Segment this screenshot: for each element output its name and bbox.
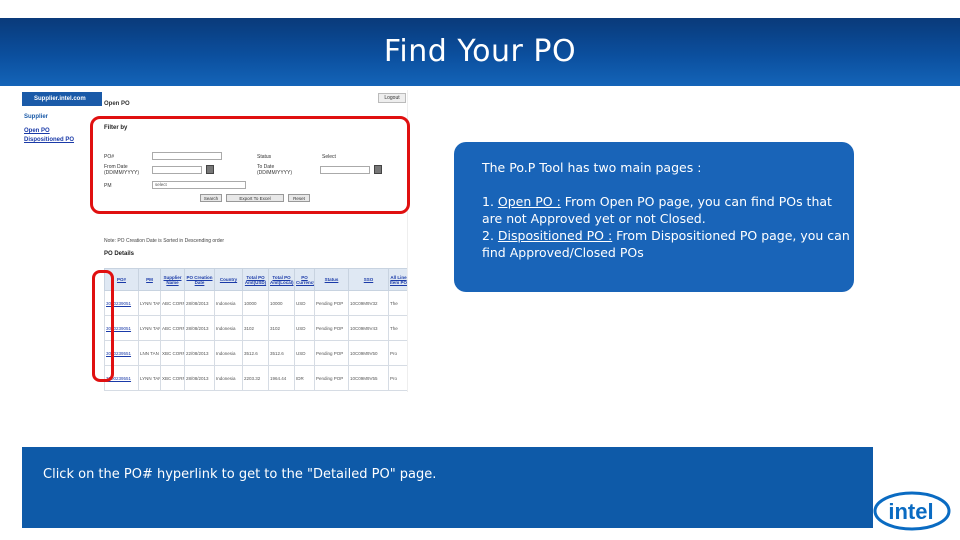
table-cell: 10000 [268, 290, 295, 316]
dispositioned-po-label: Dispositioned PO : [497, 228, 613, 243]
table-cell: 28/08/2013 [184, 365, 215, 391]
info-item-1: 1. Open PO : From Open PO page, you can … [482, 193, 854, 227]
table-cell: LYNN TAN [138, 365, 161, 391]
table-cell: USD [294, 340, 315, 366]
page-label: Open PO [104, 101, 130, 107]
table-cell: LYNN TAN [138, 290, 161, 316]
table-cell: 10C09M9V43 [348, 315, 389, 341]
table-cell: LYNN TAN [138, 315, 161, 341]
table-cell: Pending POP [314, 315, 349, 341]
sidebar-heading: Supplier [24, 114, 49, 120]
table-cell: XBC CORP [160, 365, 185, 391]
logo-text: intel [888, 499, 933, 524]
table-cell: Pro [388, 340, 407, 366]
item1-prefix: 1. [482, 194, 498, 209]
table-cell: 3512.6 [242, 340, 269, 366]
table-cell: 10C09M9V50 [348, 340, 389, 366]
table-cell: 10C09M9V32 [348, 290, 389, 316]
table-cell: USD [294, 315, 315, 341]
table-cell: Pending POP [314, 290, 349, 316]
table-cell: Indonesia [214, 315, 243, 341]
table-cell: 3102 [242, 315, 269, 341]
table-cell: Indonesia [214, 340, 243, 366]
supplier-brand: Supplier.intel.com [22, 92, 102, 106]
table-row: 3000239051 LYNN TAN ABC CORP 28/08/2013 Indo… [104, 315, 407, 341]
col-header[interactable]: Supplier Name [160, 268, 185, 291]
table-cell: Pending POP [314, 340, 349, 366]
table-cell: Indonesia [214, 290, 243, 316]
intel-logo: intel [873, 491, 951, 531]
table-cell: Indonesia [214, 365, 243, 391]
sidebar-link-dispositioned-po[interactable]: Dispositioned PO [24, 137, 100, 143]
table-cell: 3512.6 [268, 340, 295, 366]
table-cell: XBC CORP [160, 340, 185, 366]
table-cell: The [388, 290, 407, 316]
col-header[interactable]: Total PO Amt(USD) [242, 268, 269, 291]
col-header[interactable]: PM [138, 268, 161, 291]
table-cell: Pending POP [314, 365, 349, 391]
table-cell: USD [294, 290, 315, 316]
table-row: 3000239551 LYNN TAN XBC CORP 28/08/2013 Indo… [104, 365, 407, 391]
col-header[interactable]: PO Creation Date [184, 268, 215, 291]
table-cell: 2203.32 [242, 365, 269, 391]
table-row: 3000239551 LNN TAN XBC CORP 22/08/2013 Indon… [104, 340, 407, 366]
info-callout: The Po.P Tool has two main pages : 1. Op… [454, 142, 854, 292]
col-header[interactable]: PO Currency [294, 268, 315, 291]
logout-button[interactable]: Logout [378, 93, 406, 103]
table-cell: IDR [294, 365, 315, 391]
table-cell: 10C09M9V55 [348, 365, 389, 391]
table-cell: 28/08/2013 [184, 290, 215, 316]
table-header-row: PO# PM Supplier Name PO Creation Date Co… [104, 268, 407, 291]
col-header[interactable]: Country [214, 268, 243, 291]
table-cell: ABC CORP [160, 290, 185, 316]
info-intro: The Po.P Tool has two main pages : [482, 160, 702, 175]
table-cell: 22/08/2013 [184, 340, 215, 366]
po-details-title: PO Details [104, 251, 135, 257]
table-cell: 28/08/2013 [184, 315, 215, 341]
open-po-label: Open PO : [497, 194, 561, 209]
instruction-text: Click on the PO# hyperlink to get to the… [43, 467, 437, 482]
po-table: PO# PM Supplier Name PO Creation Date Co… [104, 268, 407, 391]
table-cell: LNN TAN [138, 340, 161, 366]
instruction-band: Click on the PO# hyperlink to get to the… [22, 447, 873, 528]
col-header[interactable]: Total PO Amt(Local) [268, 268, 295, 291]
table-cell: ABC CORP [160, 315, 185, 341]
table-cell: The [388, 315, 407, 341]
col-header[interactable]: Status [314, 268, 349, 291]
table-cell: 10000 [242, 290, 269, 316]
info-item-2: 2. Dispositioned PO : From Dispositioned… [482, 227, 854, 261]
sort-note: Note: PO Creation Date is Sorted in Desc… [104, 238, 225, 244]
item2-prefix: 2. [482, 228, 498, 243]
sidebar-link-open-po[interactable]: Open PO [24, 128, 100, 134]
po-column-highlight-box [92, 270, 114, 382]
table-cell: Pro [388, 365, 407, 391]
supplier-sidebar: Supplier Open PO Dispositioned PO [22, 114, 100, 146]
col-header[interactable]: SSO [348, 268, 389, 291]
title-band: Find Your PO [0, 18, 960, 86]
col-header[interactable]: All Line Item PO [388, 268, 407, 291]
table-cell: 3102 [268, 315, 295, 341]
table-row: 3000239051 LYNN TAN ABC CORP 28/08/2013 Indo… [104, 290, 407, 316]
slide-title: Find Your PO [383, 34, 577, 69]
filter-highlight-box [90, 116, 410, 214]
table-cell: 1964.44 [268, 365, 295, 391]
